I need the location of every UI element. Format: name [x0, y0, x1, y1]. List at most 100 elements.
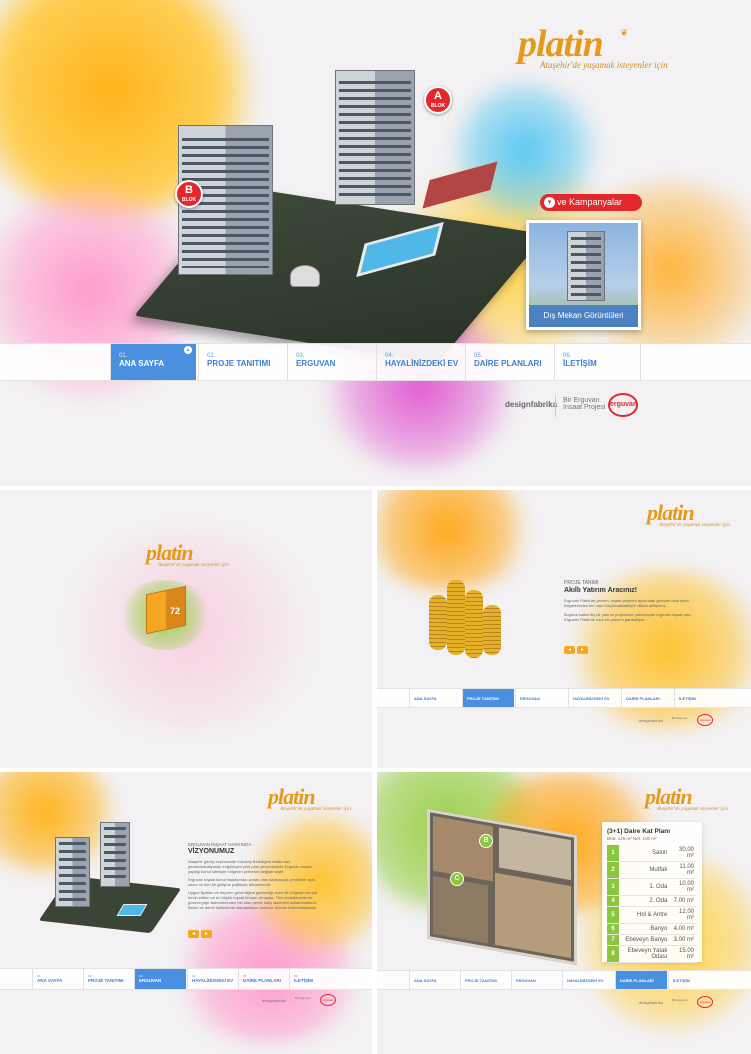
- nav-label: ERGUVAN: [296, 359, 336, 368]
- room-name: Salon: [619, 845, 671, 862]
- nav-label: DAİRE PLANLARI: [626, 696, 660, 701]
- nav-iletisim[interactable]: 06. İLETİŞİM: [289, 969, 333, 989]
- nav-erguvan[interactable]: 03. ERGUVAN: [134, 969, 186, 989]
- brand-tagline-small: Ataşehir'de yaşamak isteyenler için: [659, 523, 730, 528]
- nav-proje-tanitimi[interactable]: 02. PROJE TANITIMI: [198, 344, 285, 380]
- previous-button[interactable]: ◂: [564, 646, 575, 654]
- main-navigation: 01. ANA SAYFA ▴ 02. PROJE TANITIMI 03. E…: [0, 343, 751, 381]
- developer-logo[interactable]: erguvan: [320, 994, 336, 1006]
- project-credit-line1: Bir Erguvan: [563, 397, 600, 404]
- nav-hayalinizdeki-ev[interactable]: 04. HAYALİNİZDEKİ EV: [376, 344, 463, 380]
- main-navigation-small: ANA SAYFA PROJE TANITIMI ERGUVAN HAYALİN…: [377, 970, 751, 990]
- nav-ana-sayfa[interactable]: 01. ANA SAYFA: [32, 969, 82, 989]
- nav-hayalinizdeki-ev[interactable]: HAYALİNİZDEKİ EV: [568, 689, 620, 707]
- room-name: Hol & Antre: [619, 906, 671, 924]
- nav-proje-tanitimi[interactable]: 02. PROJE TANITIMI: [83, 969, 133, 989]
- room-size: 30.00 m²: [670, 845, 697, 862]
- project-credit: Bir Erguvan: [295, 996, 311, 1000]
- nav-label: HAYALİNİZDEKİ EV: [567, 978, 604, 983]
- nav-label: PROJE TANITIMI: [467, 696, 499, 701]
- room-size: 10.00 m²: [670, 878, 697, 896]
- agency-credit[interactable]: designfabrika: [262, 998, 286, 1003]
- proje-text-block: PROJE TANIMI Akıllı Yatırım Aracınız! Er…: [564, 580, 694, 622]
- plan-title: (3+1) Daire Kat Planı: [607, 828, 671, 835]
- complex-thumbnail: [38, 822, 182, 934]
- table-row: 5 Hol & Antre 12.00 m²: [607, 906, 697, 924]
- nav-ana-sayfa[interactable]: ANA SAYFA: [409, 971, 459, 989]
- nav-label: İLETİŞİM: [563, 359, 597, 368]
- next-button[interactable]: ▸: [201, 930, 212, 938]
- nav-hayalinizdeki-ev[interactable]: HAYALİNİZDEKİ EV: [562, 971, 614, 989]
- nav-label: İLETİŞİM: [679, 696, 696, 701]
- room-size: 15.00 m²: [670, 945, 697, 963]
- footer-divider: [555, 395, 556, 417]
- nav-label: PROJE TANITIMI: [88, 978, 124, 983]
- nav-label: ANA SAYFA: [414, 696, 437, 701]
- erguvan-paragraph-1: Ataşehir güney cephesinde Kadıköy Beledi…: [188, 859, 312, 874]
- campaign-button-label: ve Kampanyalar: [557, 197, 623, 207]
- nav-daire-planlari[interactable]: 05. DAİRE PLANLARI: [465, 344, 552, 380]
- developer-logo[interactable]: erguvan: [697, 996, 713, 1008]
- block-b-label: BLOK: [181, 197, 197, 203]
- exterior-photo-card[interactable]: Dış Mekan Görüntüleri: [526, 220, 641, 330]
- previous-button[interactable]: ◂: [188, 930, 199, 938]
- nav-iletisim[interactable]: İLETİŞİM: [674, 689, 714, 707]
- nav-iletisim[interactable]: 06. İLETİŞİM: [554, 344, 641, 380]
- brand-tagline-small: Ataşehir'de yaşamak isteyenler için: [657, 807, 728, 812]
- erguvan-kicker: ERGUVAN İNŞAAT HAKKINDA: [188, 842, 252, 847]
- project-credit-line2: İnsaat Projesi: [563, 404, 606, 411]
- nav-label: HAYALİNİZDEKİ EV: [573, 696, 610, 701]
- block-a-badge[interactable]: A BLOK: [424, 86, 452, 114]
- tennis-court: [422, 161, 498, 209]
- gazebo: [290, 265, 320, 287]
- table-row: 2 Mutfak 11.00 m²: [607, 861, 697, 879]
- nav-iletisim[interactable]: İLETİŞİM: [668, 971, 712, 989]
- nav-daire-planlari[interactable]: 05. DAİRE PLANLARI: [238, 969, 288, 989]
- plan-marker-b[interactable]: B: [479, 834, 493, 848]
- nav-ana-sayfa[interactable]: 01. ANA SAYFA ▴: [110, 344, 196, 380]
- nav-label: HAYALİNİZDEKİ EV: [192, 978, 234, 983]
- exterior-building-thumbnail: [567, 231, 605, 301]
- block-a-building: [335, 70, 415, 205]
- chevron-down-icon: ▾: [544, 197, 555, 208]
- room-name: Mutfak: [619, 861, 671, 879]
- nav-erguvan[interactable]: ERGUVAN: [515, 689, 567, 707]
- room-name: 1. Oda: [619, 878, 671, 896]
- brand-tagline: Ataşehir'de yaşamak isteyenler için: [540, 60, 668, 70]
- nav-label: İLETİŞİM: [294, 978, 313, 983]
- nav-daire-planlari[interactable]: DAİRE PLANLARI: [621, 689, 673, 707]
- floor-plan-panel: (3+1) Daire Kat Planı Brüt: 125 m² Net: …: [602, 822, 702, 963]
- daire-planlari-frame: platin Ataşehir'de yaşamak isteyenler iç…: [377, 772, 751, 1054]
- developer-logo[interactable]: erguvan: [608, 393, 638, 417]
- nav-label: ERGUVAN: [516, 978, 536, 983]
- campaign-button[interactable]: ▾ ve Kampanyalar: [540, 194, 642, 211]
- nav-label: ANA SAYFA: [119, 359, 165, 368]
- nav-erguvan[interactable]: ERGUVAN: [511, 971, 561, 989]
- nav-label: DAİRE PLANLARI: [474, 359, 542, 368]
- loader-progress-text: 72: [170, 606, 181, 616]
- block-b-badge[interactable]: B BLOK: [175, 180, 203, 208]
- proje-title: Akıllı Yatırım Aracınız!: [564, 587, 638, 594]
- project-credit: Bir Erguvan İnsaat Projesi: [563, 397, 605, 411]
- erguvan-title: VİZYONUMUZ: [188, 848, 235, 855]
- plan-marker-c[interactable]: C: [450, 872, 464, 886]
- nav-label: ANA SAYFA: [414, 978, 437, 983]
- next-button[interactable]: ▸: [577, 646, 588, 654]
- room-name: Ebeveyn Yatak Odası: [619, 945, 671, 963]
- agency-credit[interactable]: designfabrika: [505, 400, 557, 409]
- room-size: 3.00 m²: [670, 934, 697, 946]
- developer-logo[interactable]: erguvan: [697, 714, 713, 726]
- nav-daire-planlari[interactable]: DAİRE PLANLARI: [615, 971, 667, 989]
- nav-hayalinizdeki-ev[interactable]: 04. HAYALİNİZDEKİ EV: [187, 969, 237, 989]
- nav-proje-tanitimi[interactable]: PROJE TANITIMI: [462, 689, 514, 707]
- room-name: 2. Oda: [619, 895, 671, 907]
- agency-credit[interactable]: designfabrika: [639, 1000, 663, 1005]
- project-credit: Bir Erguvan: [672, 716, 688, 720]
- nav-proje-tanitimi[interactable]: PROJE TANITIMI: [460, 971, 510, 989]
- nav-erguvan[interactable]: 03. ERGUVAN: [287, 344, 374, 380]
- block-a-label: BLOK: [430, 103, 446, 109]
- nav-ana-sayfa[interactable]: ANA SAYFA: [409, 689, 461, 707]
- agency-credit[interactable]: designfabrika: [639, 718, 663, 723]
- table-row: 6 Banyo 4.00 m²: [607, 923, 697, 935]
- table-row: 1 Salon 30.00 m²: [607, 845, 697, 862]
